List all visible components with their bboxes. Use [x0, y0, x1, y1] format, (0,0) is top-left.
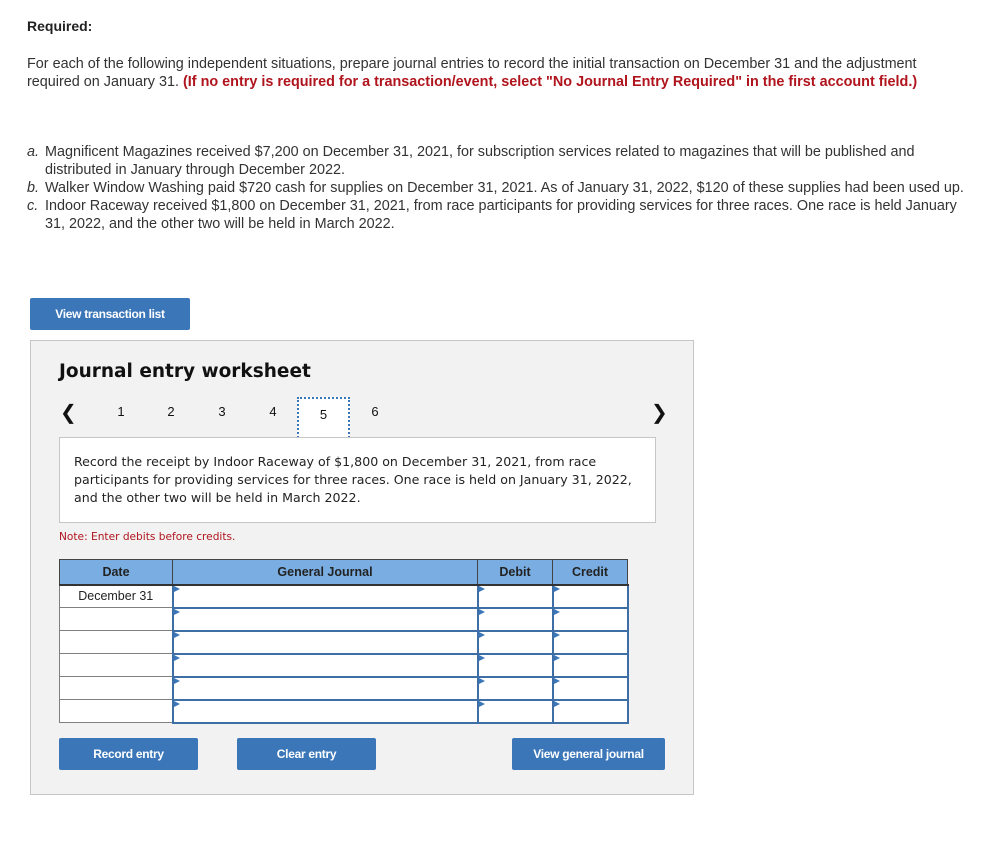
- debit-input[interactable]: [478, 654, 552, 676]
- debits-note: Note: Enter debits before credits.: [59, 531, 236, 543]
- transaction-prompt: Record the receipt by Indoor Raceway of …: [59, 437, 656, 523]
- account-select-cell: [171, 675, 479, 701]
- journal-row: [59, 698, 629, 724]
- instructions-emphasis: (If no entry is required for a transacti…: [183, 74, 918, 90]
- debit-input[interactable]: [478, 700, 552, 722]
- journal-row: [59, 629, 629, 655]
- view-transaction-list-button[interactable]: View transaction list: [30, 298, 190, 330]
- page-5-active[interactable]: 5: [297, 397, 350, 441]
- credit-input[interactable]: [553, 585, 627, 607]
- debit-input[interactable]: [478, 631, 552, 653]
- date-cell: [59, 653, 173, 677]
- debit-input[interactable]: [478, 608, 552, 630]
- journal-row: [59, 652, 629, 678]
- credit-input[interactable]: [553, 677, 627, 699]
- debit-input-cell: [476, 606, 554, 632]
- account-select[interactable]: [173, 700, 477, 722]
- header-credit: Credit: [552, 559, 628, 586]
- date-cell: [59, 699, 173, 723]
- credit-input[interactable]: [553, 700, 627, 722]
- clear-entry-button[interactable]: Clear entry: [237, 738, 376, 770]
- header-debit: Debit: [477, 559, 553, 586]
- account-select-cell: [171, 629, 479, 655]
- credit-input-cell: [551, 698, 629, 724]
- journal-entry-worksheet: Journal entry worksheet ❮ 1 2 3 4 5 6 ❯ …: [30, 340, 694, 795]
- debit-input[interactable]: [478, 677, 552, 699]
- account-select[interactable]: [173, 677, 477, 699]
- date-cell: [59, 676, 173, 700]
- situation-b: b. Walker Window Washing paid $720 cash f…: [27, 180, 964, 196]
- credit-input-cell: [551, 583, 629, 609]
- account-select-cell: [171, 698, 479, 724]
- worksheet-pager: ❮ 1 2 3 4 5 6 ❯: [31, 397, 695, 441]
- situation-c: c. Indoor Raceway received $1,800 on Dece…: [27, 198, 957, 232]
- page-6[interactable]: 6: [365, 401, 385, 423]
- instructions: For each of the following independent si…: [27, 55, 967, 91]
- account-select-cell: [171, 583, 479, 609]
- chevron-right-icon[interactable]: ❯: [651, 399, 668, 425]
- account-select[interactable]: [173, 631, 477, 653]
- view-general-journal-button[interactable]: View general journal: [512, 738, 665, 770]
- worksheet-title: Journal entry worksheet: [59, 361, 311, 382]
- account-select[interactable]: [173, 654, 477, 676]
- page-4[interactable]: 4: [263, 401, 283, 423]
- record-entry-button[interactable]: Record entry: [59, 738, 198, 770]
- credit-input[interactable]: [553, 654, 627, 676]
- debit-input-cell: [476, 652, 554, 678]
- journal-row: December 31: [59, 583, 629, 609]
- date-cell: [59, 630, 173, 654]
- credit-input-cell: [551, 606, 629, 632]
- header-date: Date: [59, 559, 173, 586]
- required-heading: Required:: [27, 18, 93, 34]
- journal-row: [59, 675, 629, 701]
- page-3[interactable]: 3: [212, 401, 232, 423]
- account-select[interactable]: [173, 585, 477, 607]
- date-cell: December 31: [59, 584, 173, 608]
- account-select[interactable]: [173, 608, 477, 630]
- situations-list: a. Magnificent Magazines received $7,200 …: [27, 143, 972, 233]
- credit-input-cell: [551, 675, 629, 701]
- account-select-cell: [171, 606, 479, 632]
- account-select-cell: [171, 652, 479, 678]
- date-cell: [59, 607, 173, 631]
- credit-input-cell: [551, 652, 629, 678]
- page-2[interactable]: 2: [161, 401, 181, 423]
- situation-a: a. Magnificent Magazines received $7,200 …: [27, 144, 915, 178]
- chevron-left-icon[interactable]: ❮: [60, 399, 77, 425]
- page-1[interactable]: 1: [111, 401, 131, 423]
- credit-input[interactable]: [553, 608, 627, 630]
- journal-table: Date General Journal Debit Credit Decemb…: [59, 559, 629, 724]
- credit-input-cell: [551, 629, 629, 655]
- debit-input-cell: [476, 698, 554, 724]
- debit-input[interactable]: [478, 585, 552, 607]
- debit-input-cell: [476, 629, 554, 655]
- debit-input-cell: [476, 675, 554, 701]
- credit-input[interactable]: [553, 631, 627, 653]
- header-general-journal: General Journal: [172, 559, 478, 586]
- debit-input-cell: [476, 583, 554, 609]
- journal-row: [59, 606, 629, 632]
